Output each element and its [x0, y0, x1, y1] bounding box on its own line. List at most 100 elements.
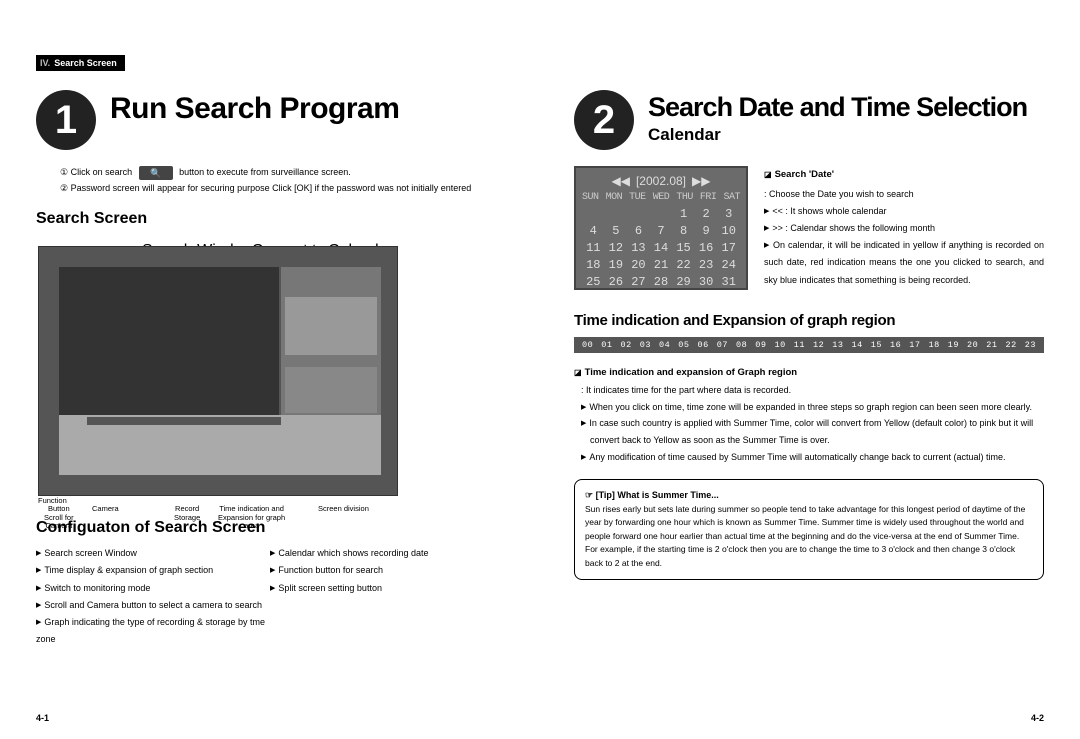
search-date-line: On calendar, it will be indicated in yel… [764, 237, 1044, 288]
callout-scroll: Button Scroll for Camera [44, 505, 74, 530]
calendar-cell[interactable]: 14 [650, 241, 673, 255]
calendar-cell[interactable]: 12 [605, 241, 628, 255]
callout-timeexp: Time indication and Expansion for graph … [218, 505, 285, 530]
config-item: Switch to monitoring mode [36, 580, 270, 597]
calendar-cell[interactable]: 8 [672, 224, 695, 238]
time-hour[interactable]: 16 [886, 340, 905, 350]
calendar-cell[interactable]: 15 [672, 241, 695, 255]
search-screen-heading: Search Screen [36, 210, 504, 228]
section-num: IV. [40, 58, 50, 68]
title-stack: Search Date and Time Selection Calendar [648, 90, 1027, 145]
calendar-cell[interactable]: 17 [717, 241, 740, 255]
time-hours-bar: 0001020304050607080910111213141516171819… [574, 337, 1044, 353]
bottom-panel [59, 415, 381, 475]
time-hour[interactable]: 18 [925, 340, 944, 350]
calendar-cell[interactable]: 9 [695, 224, 718, 238]
calendar-cell[interactable]: 24 [717, 258, 740, 272]
calendar-next-icon[interactable]: ▶▶ [692, 174, 710, 188]
calendar-cell[interactable]: 28 [650, 275, 673, 289]
calendar-cell[interactable] [627, 207, 650, 221]
page-title: Run Search Program [110, 94, 399, 124]
step-number-2: 2 [574, 90, 634, 150]
time-hour[interactable]: 17 [905, 340, 924, 350]
calendar-grid: 1234567891011121314151617181920212223242… [582, 207, 740, 289]
time-hour[interactable]: 10 [771, 340, 790, 350]
calendar-header: ◀◀ [2002.08] ▶▶ [582, 174, 740, 188]
time-hour[interactable]: 15 [867, 340, 886, 350]
time-hour[interactable]: 06 [694, 340, 713, 350]
config-item: Function button for search [270, 562, 504, 579]
config-item: Graph indicating the type of recording &… [36, 614, 270, 648]
search-date-line: >> : Calendar shows the following month [764, 220, 1044, 237]
calendar-cell[interactable]: 3 [717, 207, 740, 221]
time-hour[interactable]: 14 [848, 340, 867, 350]
time-hour[interactable]: 22 [1002, 340, 1021, 350]
calendar-cell[interactable]: 27 [627, 275, 650, 289]
time-hour[interactable]: 11 [790, 340, 809, 350]
time-hour[interactable]: 02 [617, 340, 636, 350]
calendar-cell[interactable]: 26 [605, 275, 628, 289]
calendar-cell[interactable]: 25 [582, 275, 605, 289]
time-hour[interactable]: 00 [578, 340, 597, 350]
config-col-left: Search screen Window Time display & expa… [36, 545, 270, 648]
calendar-prev-icon[interactable]: ◀◀ [612, 174, 630, 188]
section-label: Search Screen [54, 58, 117, 68]
time-hour[interactable]: 21 [982, 340, 1001, 350]
time-hour[interactable]: 07 [713, 340, 732, 350]
calendar-cell[interactable]: 30 [695, 275, 718, 289]
page-number-right: 4-2 [1031, 713, 1044, 723]
calendar-cell[interactable]: 5 [605, 224, 628, 238]
preview-area [59, 267, 279, 417]
calendar-cell[interactable]: 6 [627, 224, 650, 238]
time-hour[interactable]: 08 [732, 340, 751, 350]
time-indication-heading: Time indication and Expansion of graph r… [574, 312, 1044, 329]
screenshot-wrap: Search Window Convert to surveillance mo… [38, 242, 398, 505]
heading-row: 1 Run Search Program [36, 90, 504, 150]
calendar-day-labels: SUN MON TUE WED THU FRI SAT [582, 192, 740, 203]
calendar-cell[interactable]: 4 [582, 224, 605, 238]
config-col-right: Calendar which shows recording date Func… [270, 545, 504, 648]
page-number-left: 4-1 [36, 713, 49, 723]
time-hour[interactable]: 12 [809, 340, 828, 350]
mini-calendar [285, 297, 377, 355]
calendar-cell[interactable]: 7 [650, 224, 673, 238]
calendar-cell[interactable]: 10 [717, 224, 740, 238]
calendar-cell[interactable]: 18 [582, 258, 605, 272]
calendar-cell[interactable]: 20 [627, 258, 650, 272]
calendar-cell[interactable]: 21 [650, 258, 673, 272]
time-hour[interactable]: 09 [751, 340, 770, 350]
callout-record: Record Storage [174, 505, 200, 522]
calendar-cell[interactable]: 31 [717, 275, 740, 289]
time-hour[interactable]: 05 [674, 340, 693, 350]
search-date-head: Search 'Date' [764, 166, 1044, 184]
calendar-cell[interactable]: 2 [695, 207, 718, 221]
calendar-cell[interactable]: 29 [672, 275, 695, 289]
calendar-cell[interactable]: 13 [627, 241, 650, 255]
time-hour[interactable]: 23 [1021, 340, 1040, 350]
time-item: Any modification of time caused by Summe… [578, 449, 1044, 466]
calendar-cell[interactable] [582, 207, 605, 221]
calendar-cell[interactable] [605, 207, 628, 221]
time-hour[interactable]: 01 [597, 340, 616, 350]
calendar-cell[interactable]: 23 [695, 258, 718, 272]
time-hour[interactable]: 04 [655, 340, 674, 350]
calendar-cell[interactable]: 11 [582, 241, 605, 255]
calendar-cell[interactable] [650, 207, 673, 221]
calendar-cell[interactable]: 22 [672, 258, 695, 272]
calendar-cell[interactable]: 19 [605, 258, 628, 272]
time-hour[interactable]: 13 [828, 340, 847, 350]
side-panel [281, 267, 381, 417]
page-left: IV. Search Screen 1 Run Search Program ①… [0, 0, 540, 739]
calendar-cell[interactable]: 16 [695, 241, 718, 255]
function-buttons [285, 367, 377, 413]
time-hour[interactable]: 20 [963, 340, 982, 350]
calendar-subtitle: Calendar [648, 125, 1027, 145]
time-hour[interactable]: 03 [636, 340, 655, 350]
time-explanation: : It indicates time for the part where d… [574, 382, 1044, 465]
step-number-1: 1 [36, 90, 96, 150]
time-hour[interactable]: 19 [944, 340, 963, 350]
tip-head: ☞ [Tip] What is Summer Time... [585, 488, 1033, 502]
calendar-cell[interactable]: 1 [672, 207, 695, 221]
day-label: SAT [723, 192, 740, 203]
config-item: Time display & expansion of graph sectio… [36, 562, 270, 579]
